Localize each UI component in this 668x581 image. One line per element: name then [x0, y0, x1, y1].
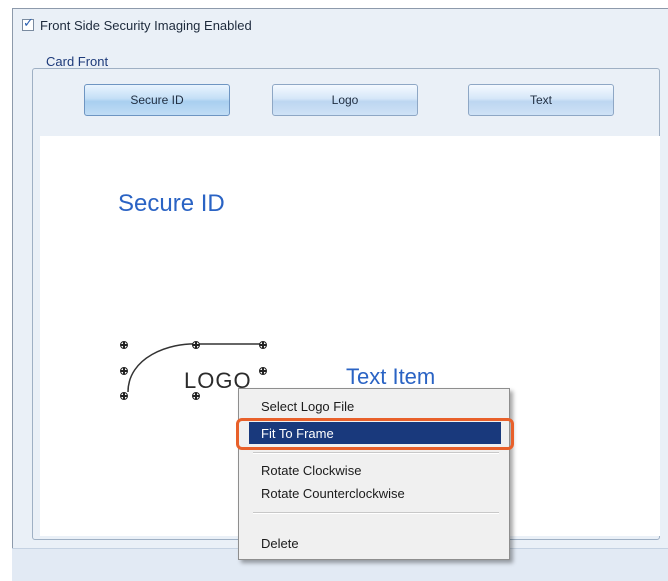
menu-separator: [253, 452, 499, 454]
menu-item-select-logo-file[interactable]: Select Logo File: [249, 395, 501, 417]
menu-item-rotate-clockwise[interactable]: Rotate Clockwise: [249, 459, 501, 481]
resize-handle-icon[interactable]: [120, 341, 128, 349]
resize-handle-icon[interactable]: [259, 341, 267, 349]
resize-handle-icon[interactable]: [192, 341, 200, 349]
resize-handle-icon[interactable]: [120, 367, 128, 375]
menu-separator: [253, 512, 499, 514]
resize-handle-icon[interactable]: [120, 392, 128, 400]
context-menu: Select Logo File Fit To Frame Rotate Clo…: [238, 388, 510, 560]
resize-handle-icon[interactable]: [259, 367, 267, 375]
callout-highlight: [236, 418, 514, 450]
menu-item-delete[interactable]: Delete: [249, 532, 501, 554]
text-item[interactable]: Text Item: [346, 364, 435, 390]
menu-item-rotate-counterclockwise[interactable]: Rotate Counterclockwise: [249, 482, 501, 504]
